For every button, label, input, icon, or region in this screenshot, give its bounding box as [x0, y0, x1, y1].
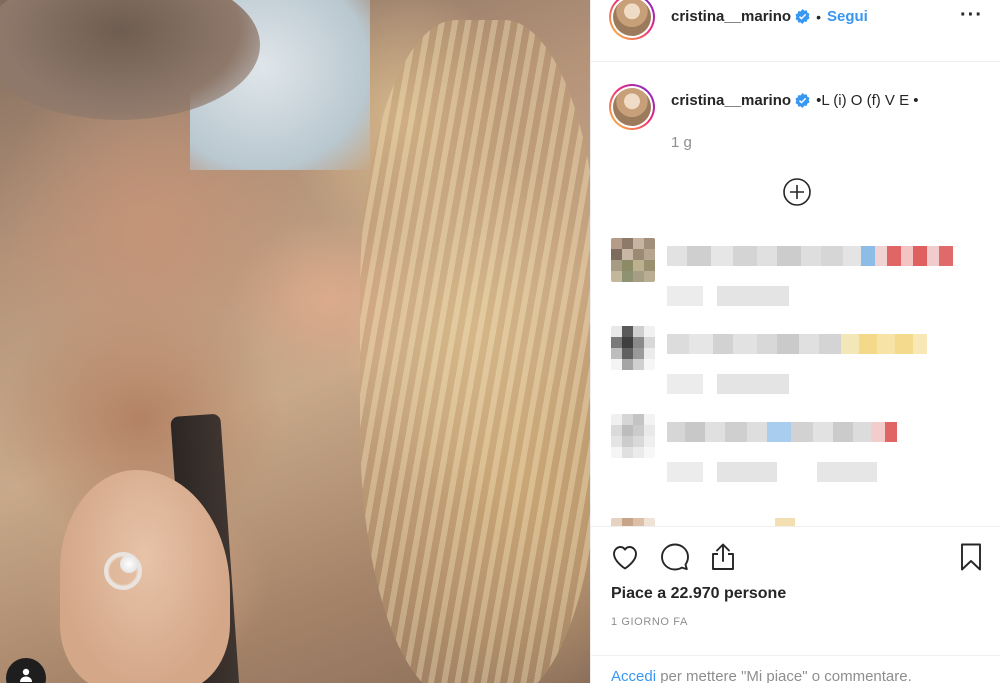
share-icon[interactable] [707, 541, 739, 573]
login-prompt: Accedi per mettere "Mi piace" o commenta… [591, 655, 1000, 683]
comment-item [611, 518, 991, 526]
comment-text-blurred [775, 518, 795, 526]
bookmark-icon[interactable] [955, 541, 987, 573]
header-name-row: cristina__marino • Segui [671, 8, 868, 25]
comments-list[interactable] [591, 230, 1000, 526]
post-sidebar: cristina__marino • Segui ··· cristina__m… [590, 0, 1000, 683]
post-photo[interactable] [0, 0, 590, 683]
verified-badge-icon [795, 9, 810, 24]
comment-avatar-blurred[interactable] [611, 238, 655, 282]
caption-time[interactable]: 1 g [671, 134, 692, 151]
caption-avatar[interactable] [609, 84, 655, 130]
comment-meta-blurred [667, 462, 877, 482]
photo-ring-stone [120, 555, 138, 573]
plus-circle-icon[interactable] [782, 177, 812, 207]
post-actions: Piace a 22.970 persone 1 GIORNO FA Acced… [591, 526, 1000, 683]
comment-avatar-blurred[interactable] [611, 518, 655, 526]
caption-line: cristina__marino •L (i) O (f) V E • [671, 92, 919, 109]
heart-icon[interactable] [609, 541, 641, 573]
comment-avatar-blurred[interactable] [611, 326, 655, 370]
header-avatar[interactable] [609, 0, 655, 40]
follow-button[interactable]: Segui [827, 8, 868, 25]
login-prompt-text: per mettere "Mi piace" o commentare. [656, 668, 912, 683]
header-separator: • [816, 8, 821, 25]
comment-item [611, 414, 991, 494]
comment-text-blurred [667, 246, 953, 266]
photo-hair-blonde [360, 20, 590, 683]
likes-count[interactable]: Piace a 22.970 persone [611, 585, 786, 603]
comment-item [611, 238, 991, 318]
comment-text-blurred [667, 334, 927, 354]
header-username[interactable]: cristina__marino [671, 8, 791, 25]
comment-avatar-blurred[interactable] [611, 414, 655, 458]
comment-meta-blurred [667, 374, 789, 394]
caption-username[interactable]: cristina__marino [671, 92, 791, 109]
more-options-icon[interactable]: ··· [960, 4, 983, 27]
post-timestamp[interactable]: 1 GIORNO FA [611, 616, 688, 628]
login-link[interactable]: Accedi [611, 668, 656, 683]
caption-text: •L (i) O (f) V E • [816, 92, 919, 109]
comment-item [611, 326, 991, 406]
comment-text-blurred [667, 422, 897, 442]
comment-meta-blurred [667, 286, 789, 306]
user-tag-icon[interactable] [6, 658, 46, 683]
comment-icon[interactable] [659, 541, 691, 573]
post-header: cristina__marino • Segui ··· [591, 0, 1000, 62]
verified-badge-icon [795, 93, 810, 108]
